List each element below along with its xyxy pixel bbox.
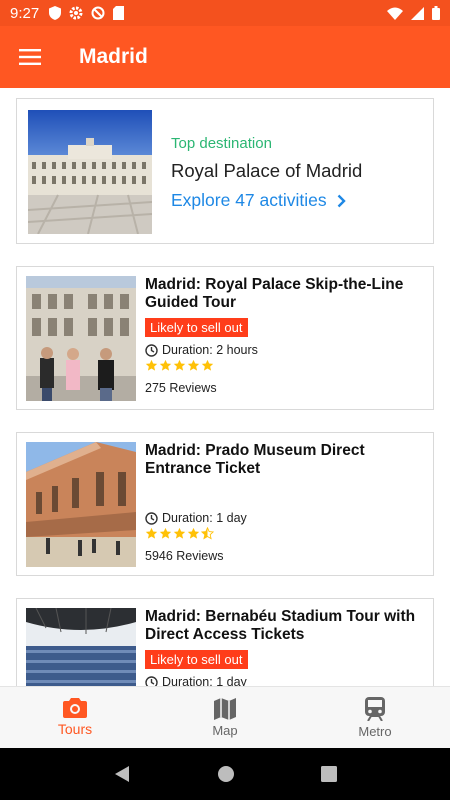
signal-icon <box>411 6 424 20</box>
duration-label: Duration: 1 day <box>162 511 247 525</box>
status-notification-icons <box>49 6 125 20</box>
camera-icon <box>63 698 87 718</box>
home-icon[interactable] <box>217 765 235 783</box>
nav-tours-label: Tours <box>57 721 93 737</box>
tour-card[interactable]: Madrid: Royal Palace Skip-the-Line Guide… <box>16 266 434 410</box>
star-icon <box>187 527 200 539</box>
tour-duration: Duration: 1 day <box>145 511 425 525</box>
review-count: 275 Reviews <box>145 381 217 395</box>
tour-image <box>26 608 136 686</box>
tour-info: Madrid: Prado Museum Direct Entrance Tic… <box>145 442 425 563</box>
star-icon <box>187 359 200 371</box>
top-destination-card[interactable]: Top destination Royal Palace of Madrid E… <box>16 98 434 244</box>
star-rating <box>145 527 425 540</box>
back-icon[interactable] <box>113 765 131 783</box>
bottom-navigation: Tours Map Metro <box>0 686 450 748</box>
nav-metro[interactable]: Metro <box>300 687 450 748</box>
sd-card-icon <box>113 6 125 20</box>
star-icon <box>145 527 158 539</box>
clock-icon <box>145 511 158 525</box>
wifi-icon <box>387 7 403 20</box>
star-rating <box>145 359 425 372</box>
page-title: Madrid <box>79 45 148 68</box>
hamburger-menu-icon[interactable] <box>0 26 60 88</box>
clock-icon <box>145 343 158 357</box>
star-icon <box>159 527 172 539</box>
map-icon <box>214 697 236 720</box>
battery-icon <box>432 6 440 20</box>
nav-map[interactable]: Map <box>150 687 300 748</box>
duration-label: Duration: 2 hours <box>162 343 258 357</box>
tour-info: Madrid: Royal Palace Skip-the-Line Guide… <box>145 276 425 395</box>
tour-title: Madrid: Bernabéu Stadium Tour with Direc… <box>145 608 416 643</box>
nav-tours[interactable]: Tours <box>0 687 150 748</box>
star-icon <box>159 359 172 371</box>
star-icon <box>173 527 186 539</box>
nav-metro-label: Metro <box>358 723 392 739</box>
recents-icon[interactable] <box>321 766 337 782</box>
system-navigation-bar <box>0 748 450 800</box>
half-star-icon <box>201 527 214 540</box>
star-icon <box>145 359 158 371</box>
gear-icon <box>69 6 83 20</box>
explore-activities-link[interactable]: Explore 47 activities <box>171 190 362 211</box>
tour-duration: Duration: 2 hours <box>145 343 425 357</box>
tour-list[interactable]: Top destination Royal Palace of Madrid E… <box>0 88 450 686</box>
hero-tag: Top destination <box>171 135 272 152</box>
duration-label: Duration: 1 day <box>162 675 247 686</box>
shield-icon <box>49 6 62 20</box>
nav-map-label: Map <box>212 722 238 738</box>
star-icon <box>201 359 214 371</box>
tour-duration: Duration: 1 day <box>145 675 425 686</box>
tour-card[interactable]: Madrid: Bernabéu Stadium Tour with Direc… <box>16 598 434 686</box>
chevron-right-icon <box>337 194 346 207</box>
tour-info: Madrid: Bernabéu Stadium Tour with Direc… <box>145 608 425 686</box>
app-bar: Madrid <box>0 26 450 88</box>
tour-card[interactable]: Madrid: Prado Museum Direct Entrance Tic… <box>16 432 434 576</box>
tour-image <box>26 276 136 401</box>
hero-text: Top destination Royal Palace of Madrid E… <box>171 135 362 211</box>
clock-icon <box>145 675 158 686</box>
hero-title: Royal Palace of Madrid <box>171 160 363 181</box>
sell-out-badge: Likely to sell out <box>145 650 248 669</box>
explore-activities-label: Explore 47 activities <box>171 190 327 210</box>
sell-out-badge: Likely to sell out <box>145 318 248 337</box>
review-count: 5946 Reviews <box>145 549 224 563</box>
train-icon <box>365 696 385 721</box>
tour-title: Madrid: Prado Museum Direct Entrance Tic… <box>145 442 365 477</box>
royal-palace-image <box>28 110 152 234</box>
tour-image <box>26 442 136 567</box>
status-system-icons <box>387 6 440 20</box>
blocked-icon <box>91 6 105 20</box>
status-bar: 9:27 <box>0 0 450 26</box>
status-time: 9:27 <box>10 4 40 22</box>
star-icon <box>173 359 186 371</box>
tour-title: Madrid: Royal Palace Skip-the-Line Guide… <box>145 276 404 311</box>
